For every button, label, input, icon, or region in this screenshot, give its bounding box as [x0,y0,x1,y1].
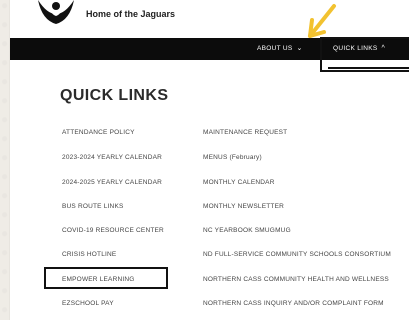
link-yearbook-smugmug[interactable]: NC YEARBOOK SMUGMUG [203,227,291,234]
link-community-schools[interactable]: ND FULL-SERVICE COMMUNITY SCHOOLS CONSOR… [203,251,391,258]
link-health-wellness[interactable]: NORTHERN CASS COMMUNITY HEALTH AND WELLN… [203,276,389,283]
site-page: Home of the Jaguars ABOUT US ⌄ QUICK LINK… [10,0,409,320]
nav-about-us[interactable]: ABOUT US ⌄ [257,38,303,60]
link-monthly-newsletter[interactable]: MONTHLY NEWSLETTER [203,203,284,210]
empower-highlight-box [44,267,168,289]
link-2024-2025-calendar[interactable]: 2024-2025 YEARLY CALENDAR [62,179,162,186]
link-covid-resource[interactable]: COVID-19 RESOURCE CENTER [62,227,164,234]
jaguar-logo[interactable] [32,0,80,34]
site-name: Home of the Jaguars [86,9,176,19]
annotation-arrow-icon [308,4,336,38]
link-2023-2024-calendar[interactable]: 2023-2024 YEARLY CALENDAR [62,154,162,161]
nav-about-label: ABOUT US [257,45,293,52]
link-inquiry-complaint[interactable]: NORTHERN CASS INQUIRY AND/OR COMPLAINT F… [203,300,384,307]
link-ezschool-pay[interactable]: EZSCHOOL PAY [62,300,114,307]
page-title: QUICK LINKS [60,87,169,104]
link-crisis-hotline[interactable]: CRISIS HOTLINE [62,251,116,258]
link-bus-route[interactable]: BUS ROUTE LINKS [62,203,124,210]
link-attendance-policy[interactable]: ATTENDANCE POLICY [62,129,135,136]
link-monthly-calendar[interactable]: MONTHLY CALENDAR [203,179,275,186]
link-maintenance-request[interactable]: MAINTENANCE REQUEST [203,129,287,136]
quick-links-highlight-underline [328,67,409,69]
link-menus[interactable]: MENUS (February) [203,154,262,161]
